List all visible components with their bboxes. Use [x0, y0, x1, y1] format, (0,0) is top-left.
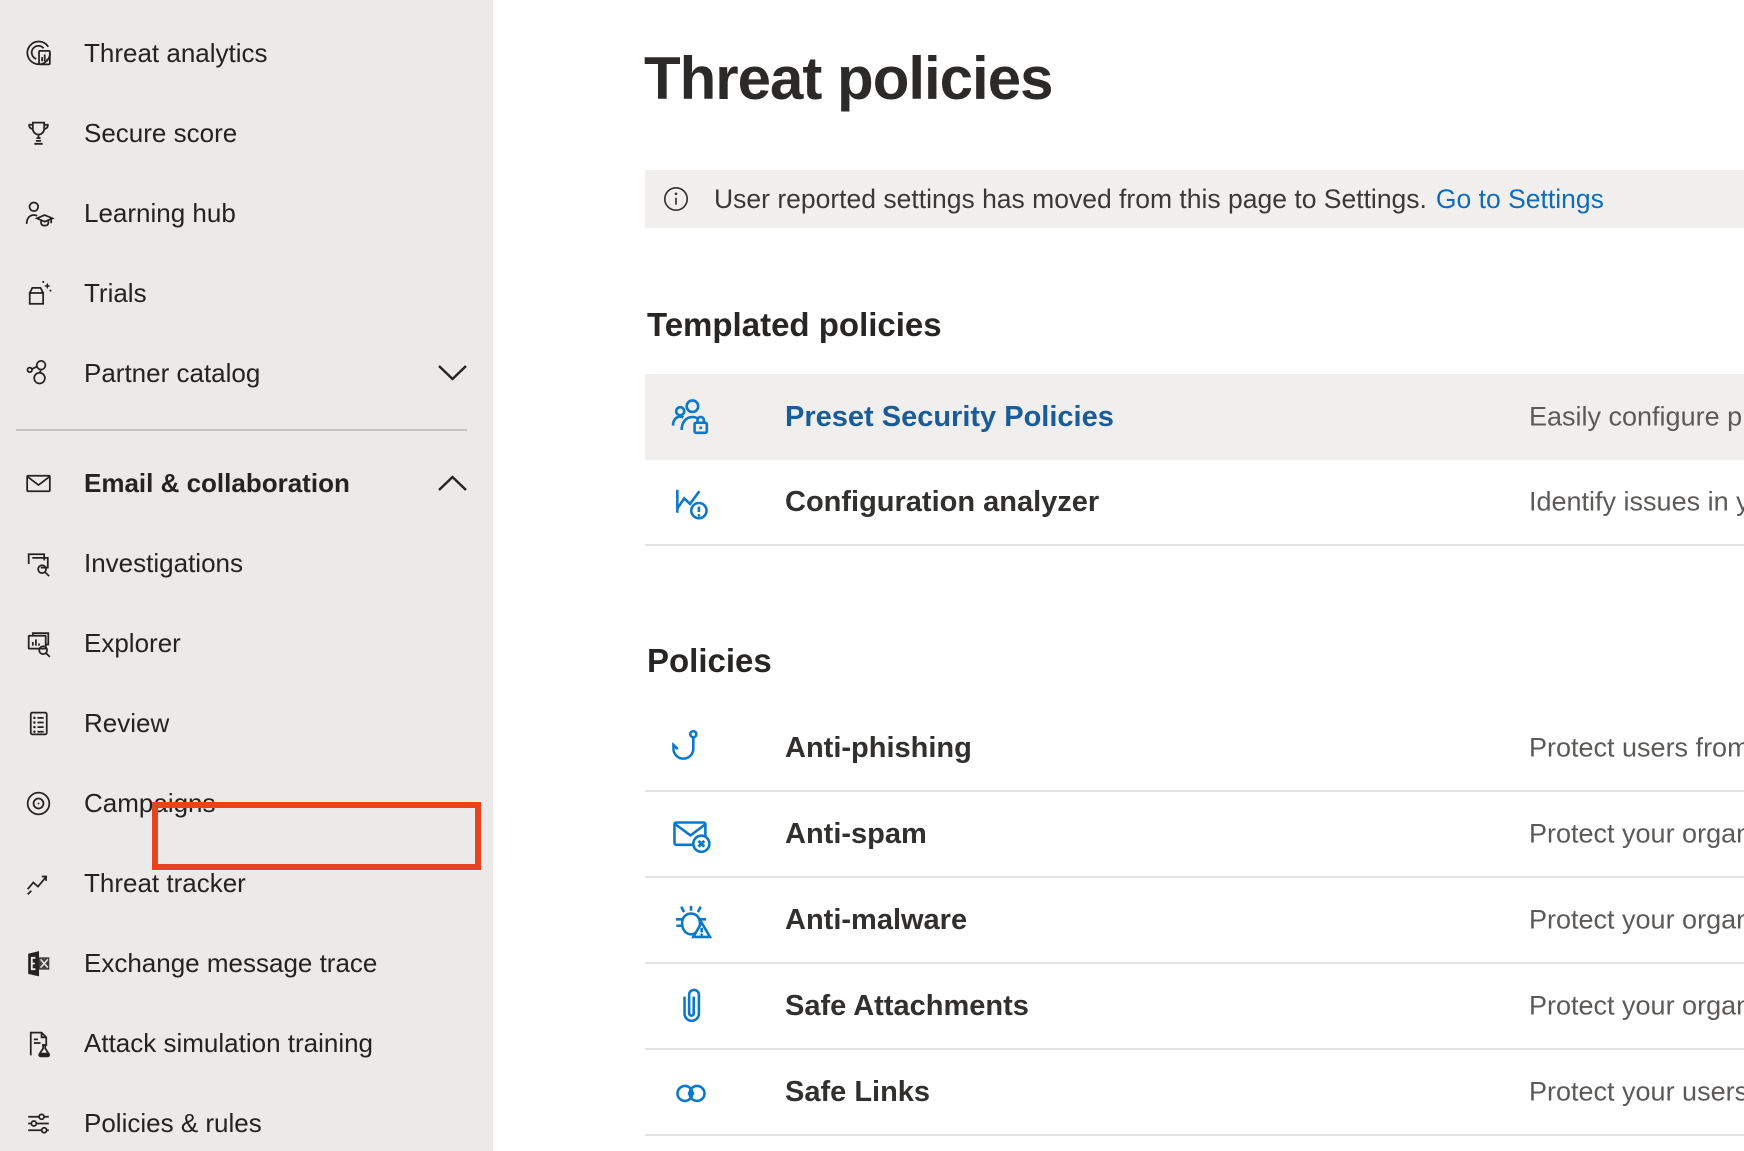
go-to-settings-link[interactable]: Go to Settings: [1436, 184, 1604, 215]
info-icon: [662, 185, 690, 213]
sidebar-item-investigations[interactable]: Investigations: [0, 541, 493, 585]
info-banner: User reported settings has moved from th…: [645, 170, 1744, 228]
row-description: Protect your organiz: [1529, 905, 1744, 936]
sidebar-item-attack-simulation-training[interactable]: Attack simulation training: [0, 1021, 493, 1065]
sidebar-item-label: Policies & rules: [84, 1108, 262, 1139]
paperclip-icon: [668, 983, 714, 1029]
row-description: Protect your organiz: [1529, 991, 1744, 1022]
sidebar-item-label: Exchange message trace: [84, 948, 377, 979]
sidebar-item-label: Investigations: [84, 548, 243, 579]
sidebar-item-label: Email & collaboration: [84, 468, 350, 499]
anti-spam-envelope-icon: [668, 811, 714, 857]
sidebar-item-label: Explorer: [84, 628, 181, 659]
row-description: Protect users from p: [1529, 733, 1744, 764]
preset-security-policies-icon: [668, 394, 714, 440]
sidebar-item-label: Partner catalog: [84, 358, 260, 389]
threat-tracker-chart-icon: [20, 865, 56, 901]
page-title: Threat policies: [644, 44, 1052, 113]
row-anti-spam[interactable]: Anti-spam Protect your organiz: [645, 792, 1744, 878]
banner-message: User reported settings has moved from th…: [714, 184, 1427, 215]
row-label: Anti-phishing: [785, 732, 972, 765]
partner-catalog-icon: [20, 355, 56, 391]
chevron-up-icon[interactable]: [437, 473, 468, 493]
sidebar-item-threat-tracker[interactable]: Threat tracker: [0, 861, 493, 905]
row-label: Anti-spam: [785, 818, 927, 851]
row-anti-malware[interactable]: Anti-malware Protect your organiz: [645, 878, 1744, 964]
row-description: Identify issues in you: [1529, 487, 1744, 518]
email-icon: [20, 465, 56, 501]
sidebar-item-explorer[interactable]: Explorer: [0, 621, 493, 665]
sidebar-item-learning-hub[interactable]: Learning hub: [0, 191, 493, 235]
sidebar-item-label: Campaigns: [84, 788, 216, 819]
row-description: Protect your users fr: [1529, 1077, 1744, 1108]
anti-phishing-hook-icon: [668, 725, 714, 771]
sidebar-item-email-collaboration[interactable]: Email & collaboration: [0, 461, 493, 505]
investigations-icon: [20, 545, 56, 581]
campaigns-target-icon: [20, 785, 56, 821]
review-list-icon: [20, 705, 56, 741]
main-content: Threat policies User reported settings h…: [493, 0, 1744, 1151]
explorer-icon: [20, 625, 56, 661]
row-label: Safe Links: [785, 1076, 930, 1109]
sidebar-item-review[interactable]: Review: [0, 701, 493, 745]
policies-heading: Policies: [647, 642, 772, 680]
sidebar-item-exchange-message-trace[interactable]: Exchange message trace: [0, 941, 493, 985]
sidebar-item-campaigns[interactable]: Campaigns: [0, 781, 493, 825]
preset-security-policies-link[interactable]: Preset Security Policies: [785, 401, 1114, 434]
row-configuration-analyzer[interactable]: Configuration analyzer Identify issues i…: [645, 460, 1744, 546]
row-preset-security-policies[interactable]: Preset Security Policies Easily configur…: [645, 374, 1744, 460]
sidebar-item-partner-catalog[interactable]: Partner catalog: [0, 351, 493, 395]
row-label: Safe Attachments: [785, 990, 1029, 1023]
chevron-down-icon[interactable]: [437, 363, 468, 383]
sidebar-item-label: Review: [84, 708, 169, 739]
row-label: Anti-malware: [785, 904, 967, 937]
sidebar-item-label: Threat analytics: [84, 38, 268, 69]
sidebar-item-label: Secure score: [84, 118, 237, 149]
sidebar-item-policies-rules[interactable]: Policies & rules: [0, 1101, 493, 1145]
threat-analytics-icon: [20, 35, 56, 71]
row-description: Easily configure prot: [1529, 402, 1744, 433]
row-safe-links[interactable]: Safe Links Protect your users fr: [645, 1050, 1744, 1136]
trophy-icon: [20, 115, 56, 151]
sidebar-item-secure-score[interactable]: Secure score: [0, 111, 493, 155]
safe-links-chain-icon: [668, 1069, 714, 1115]
row-anti-phishing[interactable]: Anti-phishing Protect users from p: [645, 706, 1744, 792]
templated-policies-heading: Templated policies: [647, 306, 942, 344]
attack-simulation-icon: [20, 1025, 56, 1061]
sidebar-item-label: Trials: [84, 278, 147, 309]
trials-gift-icon: [20, 275, 56, 311]
configuration-analyzer-icon: [668, 479, 714, 525]
sidebar-divider: [16, 429, 467, 431]
sliders-icon: [20, 1105, 56, 1141]
sidebar-item-trials[interactable]: Trials: [0, 271, 493, 315]
row-safe-attachments[interactable]: Safe Attachments Protect your organiz: [645, 964, 1744, 1050]
exchange-logo-icon: [20, 945, 56, 981]
sidebar-nav: Threat analytics Secure score Learning h…: [0, 0, 493, 1151]
sidebar-item-threat-analytics[interactable]: Threat analytics: [0, 31, 493, 75]
learning-hub-icon: [20, 195, 56, 231]
sidebar-item-label: Attack simulation training: [84, 1028, 373, 1059]
row-label: Configuration analyzer: [785, 486, 1099, 519]
sidebar-item-label: Threat tracker: [84, 868, 246, 899]
sidebar-item-label: Learning hub: [84, 198, 236, 229]
anti-malware-bug-icon: [668, 897, 714, 943]
row-description: Protect your organiz: [1529, 819, 1744, 850]
